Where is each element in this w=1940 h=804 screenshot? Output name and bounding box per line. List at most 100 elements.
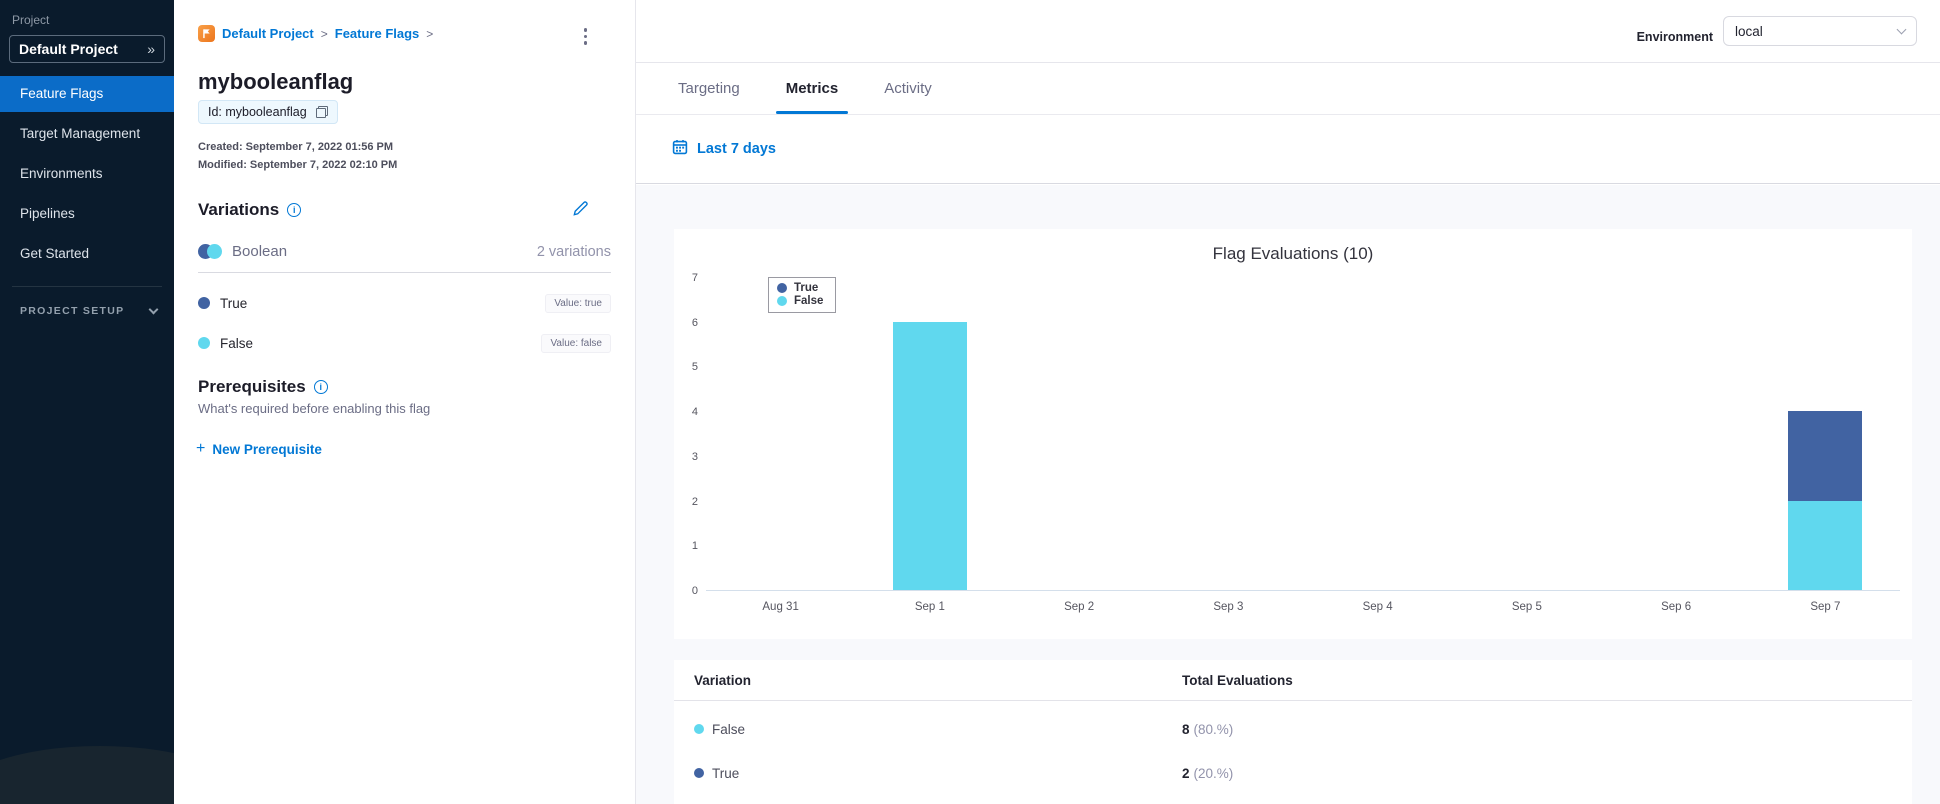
bar-stack-sep-1	[892, 278, 967, 590]
prerequisites-section-header: Prerequisites i	[198, 377, 328, 397]
sidebar-item-environments[interactable]: Environments	[0, 156, 174, 192]
x-tick-sep-4: Sep 4	[1362, 601, 1393, 613]
table-header-total-evaluations: Total Evaluations	[1182, 672, 1293, 688]
bar-stack-sep-4	[1341, 278, 1415, 590]
main-content: Environment local Targeting Metrics Activi…	[636, 0, 1940, 804]
y-tick-7: 7	[691, 272, 698, 284]
table-cell-variation: True	[674, 766, 1182, 781]
variation-row-false: False Value: false	[198, 328, 611, 358]
flag-modified-date: Modified: September 7, 2022 02:10 PM	[198, 159, 398, 171]
bar-false-sep-7	[1788, 500, 1863, 590]
chart-title: Flag Evaluations (10)	[1212, 244, 1374, 263]
tab-targeting[interactable]: Targeting	[672, 63, 746, 114]
flag-tabs: Targeting Metrics Activity	[636, 63, 1940, 115]
flag-id-text: Id: mybooleanflag	[208, 105, 307, 119]
breadcrumb-link-project[interactable]: Default Project	[222, 26, 314, 41]
variation-value-badge: Value: false	[541, 333, 611, 353]
bar-stack-sep-6	[1639, 278, 1713, 590]
boolean-type-icon	[198, 244, 222, 259]
variation-name: True	[712, 765, 740, 781]
y-tick-4: 4	[691, 406, 698, 419]
date-range-label: Last 7 days	[697, 141, 776, 157]
bar-false-sep-1	[892, 321, 967, 590]
edit-variations-icon[interactable]	[572, 200, 589, 222]
flag-id-badge: Id: mybooleanflag	[198, 100, 338, 124]
evaluation-percentage: (20.%)	[1193, 765, 1234, 781]
tab-activity[interactable]: Activity	[878, 63, 938, 114]
breadcrumb-link-feature-flags[interactable]: Feature Flags	[335, 26, 420, 41]
info-icon[interactable]: i	[313, 380, 328, 394]
project-setup-toggle[interactable]: PROJECT SETUP	[0, 287, 174, 317]
y-tick-2: 2	[691, 495, 698, 508]
variation-type-label: Boolean	[232, 243, 288, 260]
flag-detail-panel: Default Project > Feature Flags > mybool…	[174, 0, 636, 804]
project-selector[interactable]: Default Project »	[9, 35, 165, 63]
project-selector-value: Default Project	[19, 41, 118, 57]
flag-created-date: Created: September 7, 2022 01:56 PM	[198, 141, 394, 153]
variation-dot-false	[694, 724, 704, 734]
sidebar-item-feature-flags[interactable]: Feature Flags	[0, 76, 174, 112]
x-tick-sep-6: Sep 6	[1661, 601, 1692, 613]
new-prerequisite-button[interactable]: + New Prerequisite	[196, 440, 322, 458]
table-cell-variation: False	[674, 722, 1182, 737]
x-tick-sep-1: Sep 1	[914, 601, 945, 613]
chart-slot-sep-5	[1452, 278, 1601, 590]
table-row-false: False 8 (80.%)	[674, 707, 1912, 751]
bar-stack-sep-5	[1490, 278, 1564, 590]
environment-select[interactable]: local	[1723, 16, 1917, 46]
y-tick-0: 0	[691, 585, 698, 597]
chart-slot-sep-1	[855, 278, 1004, 590]
flag-options-menu-icon[interactable]	[580, 24, 592, 49]
flag-evaluations-chart-card: Flag Evaluations (10) True False 01234567…	[674, 229, 1912, 639]
variation-dot-false	[198, 337, 210, 349]
bar-stack-sep-2	[1042, 278, 1116, 590]
breadcrumb-separator: >	[320, 26, 328, 41]
calendar-icon	[672, 139, 688, 160]
environment-label: Environment	[1636, 30, 1713, 44]
bar-stack-sep-3	[1191, 278, 1265, 590]
prerequisites-subtitle: What's required before enabling this fla…	[198, 401, 431, 416]
variation-name: True	[220, 295, 248, 311]
sidebar-item-get-started[interactable]: Get Started	[0, 236, 174, 272]
evaluation-percentage: (80.%)	[1193, 721, 1234, 737]
variation-row-true: True Value: true	[198, 288, 611, 318]
table-body: False 8 (80.%) True 2 (20.%)	[674, 707, 1912, 795]
table-row-true: True 2 (20.%)	[674, 751, 1912, 795]
copy-icon[interactable]	[315, 106, 328, 118]
sidebar-item-pipelines[interactable]: Pipelines	[0, 196, 174, 232]
chart-slot-sep-4	[1303, 278, 1452, 590]
chart-plot	[706, 278, 1900, 591]
chart-slot-sep-7	[1751, 278, 1900, 590]
environment-select-value: local	[1735, 23, 1763, 39]
chevron-down-icon	[1896, 24, 1907, 34]
table-cell-total-evaluations: 2 (20.%)	[1182, 765, 1234, 781]
boolean-false-circle	[207, 244, 222, 259]
chart-slot-sep-2	[1005, 278, 1154, 590]
x-tick-sep-5: Sep 5	[1511, 601, 1542, 613]
variation-dot-true	[694, 768, 704, 778]
expand-sidebar-icon[interactable]: »	[147, 41, 155, 57]
variations-section-header: Variations i	[198, 200, 302, 220]
project-setup-label: PROJECT SETUP	[20, 305, 125, 317]
tab-metrics[interactable]: Metrics	[775, 63, 848, 114]
y-tick-6: 6	[691, 316, 698, 329]
variation-name: False	[712, 721, 746, 737]
bar-true-sep-7	[1788, 411, 1863, 501]
project-label: Project	[12, 13, 50, 27]
y-tick-1: 1	[691, 540, 698, 553]
chart-x-axis: Aug 31 Sep 1 Sep 2 Sep 3 Sep 4 Sep 5 Sep 6 Sep …	[706, 601, 1900, 613]
sidebar-item-target-management[interactable]: Target Management	[0, 116, 174, 152]
y-tick-5: 5	[691, 361, 698, 374]
date-range-button[interactable]: Last 7 days	[636, 115, 1940, 184]
sidebar: Project Default Project » Feature Flags T…	[0, 0, 174, 804]
plus-icon: +	[196, 440, 206, 457]
breadcrumb: Default Project > Feature Flags >	[198, 25, 433, 42]
chart-slot-sep-6	[1602, 278, 1751, 590]
variation-dot-true	[198, 297, 210, 309]
info-icon[interactable]: i	[287, 203, 302, 217]
x-tick-aug-31: Aug 31	[762, 601, 799, 613]
x-tick-sep-2: Sep 2	[1064, 601, 1095, 613]
environment-topbar: Environment local	[636, 0, 1940, 63]
table-cell-total-evaluations: 8 (80.%)	[1182, 721, 1234, 737]
variations-divider	[198, 272, 611, 273]
